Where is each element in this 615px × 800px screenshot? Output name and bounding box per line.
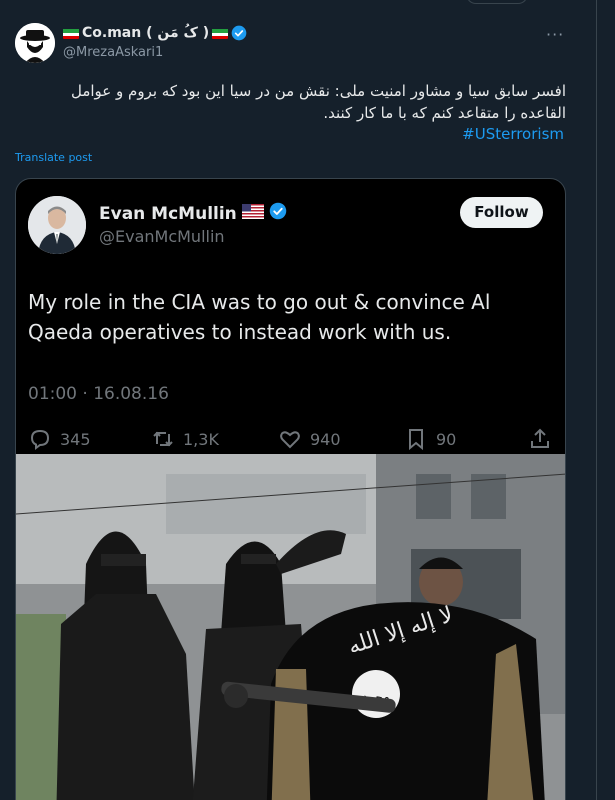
retweet-stat: 1,3K — [151, 427, 219, 451]
follow-button[interactable]: Follow — [460, 197, 543, 228]
hashtag-link[interactable]: #USterrorism — [462, 125, 564, 143]
like-count: 940 — [310, 429, 341, 449]
hat-avatar-icon — [15, 23, 55, 63]
bookmark-stat: 90 — [404, 427, 456, 451]
iran-flag-icon — [212, 28, 229, 39]
us-flag-icon — [241, 203, 264, 224]
reply-icon — [30, 429, 50, 450]
share-icon — [531, 428, 549, 448]
embedded-handle: @EvanMcMullin — [99, 227, 225, 246]
retweet-icon — [153, 431, 173, 447]
verified-badge-icon — [269, 202, 287, 225]
author-name-row[interactable]: Co.man ( کُ مَن ) — [63, 25, 247, 41]
iran-flag-icon — [63, 28, 79, 39]
embedded-photo: لا إله إلا الله محمد — [16, 454, 565, 800]
reply-stat: 345 — [28, 427, 91, 451]
tweet-text: افسر سابق سیا و مشاور امنیت ملی: نقش من … — [71, 82, 566, 122]
author-handle[interactable]: @MrezaAskari1 — [63, 45, 163, 60]
top-edge-element — [466, 0, 528, 4]
author-display-name[interactable]: Co.man ( کُ مَن ) — [82, 25, 209, 41]
retweet-count: 1,3K — [183, 429, 219, 449]
embedded-author-name-row: Evan McMullin — [99, 202, 287, 225]
author-avatar[interactable] — [15, 23, 55, 63]
translate-post-link[interactable]: Translate post — [15, 151, 92, 164]
embedded-media-card[interactable]: Evan McMullin @EvanMcMullin Follow My ro… — [15, 178, 566, 800]
embedded-tweet-text: My role in the CIA was to go out & convi… — [28, 290, 491, 344]
like-icon — [280, 431, 300, 449]
more-icon[interactable]: ··· — [546, 25, 564, 44]
embedded-display-name: Evan McMullin — [99, 203, 237, 224]
verified-badge-icon — [231, 25, 247, 41]
bookmark-icon — [409, 429, 423, 451]
timeline-divider — [596, 0, 597, 800]
like-stat: 940 — [278, 427, 341, 451]
embedded-author-avatar — [28, 196, 86, 254]
reply-count: 345 — [60, 429, 91, 449]
share-stat — [528, 427, 552, 451]
embedded-timestamp: 01:00 · 16.08.16 — [28, 384, 169, 404]
bookmark-count: 90 — [436, 429, 457, 449]
